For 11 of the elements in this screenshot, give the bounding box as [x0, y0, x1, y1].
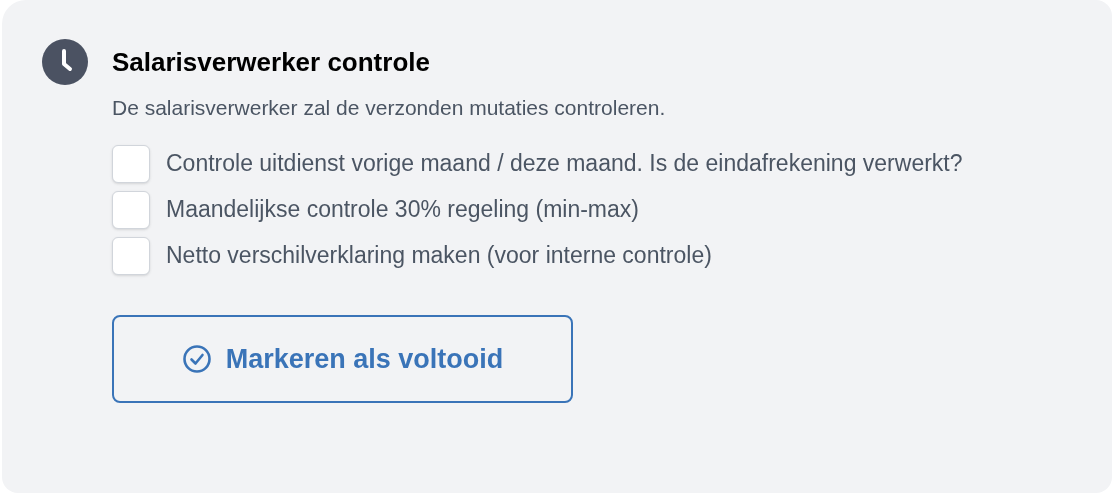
checklist-label: Controle uitdienst vorige maand / deze maand. Is de eindafrekening verwerkt? [166, 149, 963, 178]
clock-icon [42, 39, 88, 85]
task-description: De salarisverwerker zal de verzonden mutaties controleren. [112, 95, 667, 121]
checkbox[interactable] [112, 145, 150, 183]
mark-complete-button[interactable]: Markeren als voltooid [112, 315, 573, 403]
checkbox[interactable] [112, 237, 150, 275]
checklist-label: Maandelijkse controle 30% regeling (min-max) [166, 195, 639, 224]
task-title: Salarisverwerker controle [112, 46, 431, 79]
check-circle-icon [181, 344, 212, 374]
checkbox[interactable] [112, 191, 150, 229]
checklist-label: Netto verschilverklaring maken (voor interne controle) [166, 241, 712, 270]
